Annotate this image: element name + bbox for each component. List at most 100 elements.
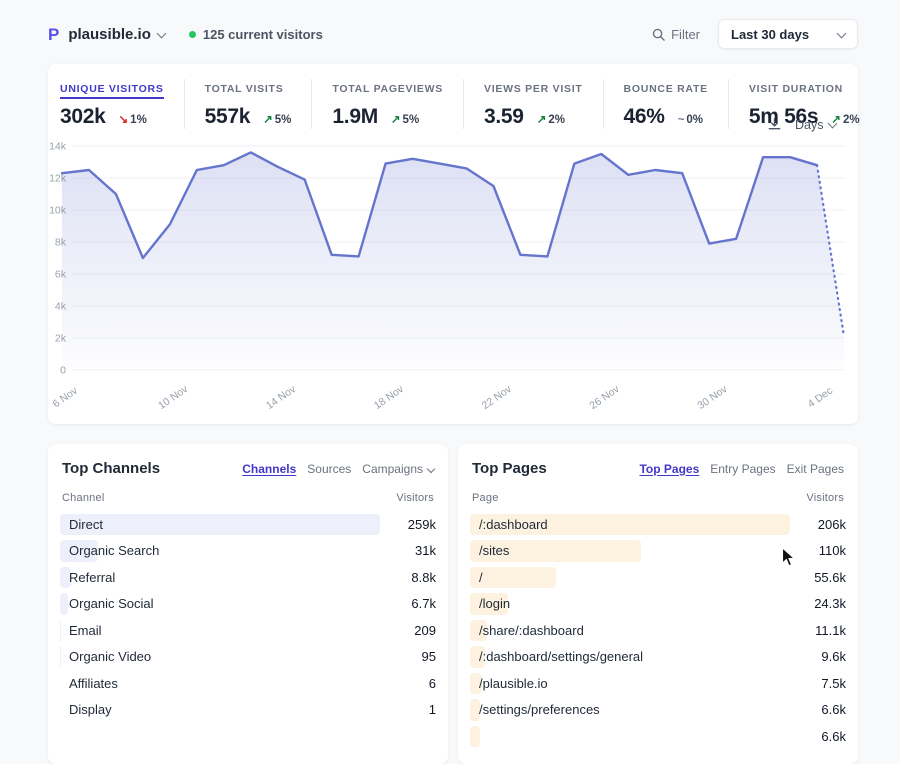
stat-unique-visitors[interactable]: UNIQUE VISITORS 302k ↘1% — [48, 79, 184, 129]
row-label[interactable]: /login — [479, 596, 510, 611]
row-label[interactable]: /plausible.io — [479, 676, 548, 691]
stat-delta: ↘1% — [119, 112, 147, 126]
interval-select[interactable]: Days — [795, 118, 836, 132]
chevron-down-icon[interactable] — [156, 28, 166, 38]
tab-entry-pages[interactable]: Entry Pages — [710, 462, 775, 476]
channels-tab-group: Channels Sources Campaigns — [242, 462, 434, 476]
breakdown-panels: Top Channels ChannelsSourcesCampaigns Ch… — [48, 444, 858, 764]
bar-track — [470, 567, 790, 589]
down-arrow-icon: ↘ — [119, 114, 129, 126]
up-arrow-icon: ↗ — [537, 114, 547, 126]
stat-total-visits[interactable]: TOTAL VISITS557k↗5% — [184, 79, 312, 129]
svg-text:6 Nov: 6 Nov — [51, 384, 81, 410]
row-value: 24.3k — [814, 596, 846, 611]
pages-tab-group: Top Pages Entry Pages Exit Pages — [639, 462, 844, 476]
row-label[interactable]: /:dashboard — [479, 517, 548, 532]
row-label[interactable]: /share/:dashboard — [479, 623, 584, 638]
bar-track — [470, 726, 790, 748]
row-label[interactable]: /sites — [479, 543, 509, 558]
page-row-share-dashboard[interactable]: /share/:dashboard11.1k — [470, 617, 846, 644]
channel-row-referral[interactable]: Referral 8.8k — [60, 564, 436, 591]
channel-row-email[interactable]: Email 209 — [60, 617, 436, 644]
row-value: 31k — [415, 543, 436, 558]
current-visitors-label: 125 current visitors — [203, 27, 323, 42]
page-row-settings-preferences[interactable]: /settings/preferences 6.6k — [470, 697, 846, 724]
live-indicator-dot — [189, 31, 196, 38]
download-icon[interactable] — [767, 117, 782, 132]
mouse-cursor — [781, 547, 796, 568]
filter-button[interactable]: Filter — [652, 27, 700, 42]
stat-bounce-rate[interactable]: BOUNCE RATE46%~0% — [603, 79, 728, 129]
tab-campaigns[interactable]: Campaigns — [362, 462, 434, 476]
row-label[interactable]: Email — [69, 623, 102, 638]
chart-area — [62, 152, 844, 370]
stat-label: VISIT DURATION — [749, 83, 843, 95]
stat-label: UNIQUE VISITORS — [60, 83, 164, 99]
visitors-bar — [60, 593, 68, 615]
current-visitors[interactable]: 125 current visitors — [189, 27, 323, 42]
row-label[interactable]: Display — [69, 702, 112, 717]
chart-toolbar: Days — [767, 117, 836, 132]
channel-row-organic-social[interactable]: Organic Social6.7k — [60, 591, 436, 618]
page-row-plausible-io[interactable]: /plausible.io7.5k — [470, 670, 846, 697]
bar-track — [470, 593, 790, 615]
channel-row-organic-search[interactable]: Organic Search 31k — [60, 538, 436, 565]
row-label[interactable]: Organic Video — [69, 649, 151, 664]
row-label[interactable]: / — [479, 570, 483, 585]
date-range-select[interactable]: Last 30 days — [718, 19, 858, 49]
column-header-value: Visitors — [806, 492, 844, 504]
column-headers: Channel Visitors — [60, 492, 436, 504]
date-range-value: Last 30 days — [731, 27, 809, 42]
channel-row-affiliates[interactable]: Affiliates 6 — [60, 670, 436, 697]
channel-row-display[interactable]: Display1 — [60, 697, 436, 724]
up-arrow-icon: ↗ — [391, 114, 401, 126]
stat-total-pageviews[interactable]: TOTAL PAGEVIEWS1.9M↗5% — [311, 79, 463, 129]
column-header-key: Channel — [62, 492, 105, 504]
stat-views-per-visit[interactable]: VIEWS PER VISIT3.59↗2% — [463, 79, 603, 129]
tab-sources[interactable]: Sources — [307, 462, 351, 476]
row-value: 209 — [414, 623, 436, 638]
row-label[interactable]: Affiliates — [69, 676, 118, 691]
row-label[interactable]: /:dashboard/settings/general — [479, 649, 643, 664]
x-axis-labels: 6 Nov10 Nov14 Nov18 Nov22 Nov26 Nov30 No… — [51, 383, 835, 412]
column-header-value: Visitors — [396, 492, 434, 504]
visitors-chart[interactable]: 02k4k6k8k10k12k14k6 Nov10 Nov14 Nov18 No… — [48, 136, 858, 420]
stat-value: 3.59 — [484, 105, 524, 129]
top-pages-panel: Top Pages Top Pages Entry Pages Exit Pages… — [458, 444, 858, 764]
row-label[interactable]: Organic Search — [69, 543, 159, 558]
row-label[interactable]: Referral — [69, 570, 115, 585]
row-value: 6 — [429, 676, 436, 691]
svg-text:10 Nov: 10 Nov — [156, 383, 191, 412]
panel-title: Top Pages — [472, 460, 547, 477]
row-label[interactable]: Organic Social — [69, 596, 154, 611]
page-row-dashboard[interactable]: /:dashboard 206k — [470, 511, 846, 538]
row-value: 8.8k — [411, 570, 436, 585]
row-value: 55.6k — [814, 570, 846, 585]
stats-row: UNIQUE VISITORS 302k ↘1% TOTAL VISITS557k↗5… — [48, 64, 858, 129]
row-value: 206k — [818, 517, 846, 532]
row-value: 6.6k — [821, 702, 846, 717]
visitors-bar — [60, 514, 380, 536]
row-value: 95 — [422, 649, 436, 664]
channel-row-direct[interactable]: Direct259k — [60, 511, 436, 538]
channel-row-organic-video[interactable]: Organic Video 95 — [60, 644, 436, 671]
page-row-dashboard-settings-general[interactable]: /:dashboard/settings/general9.6k — [470, 644, 846, 671]
page-row-login[interactable]: /login 24.3k — [470, 591, 846, 618]
stat-value: 302k — [60, 105, 106, 129]
tab-channels[interactable]: Channels — [242, 462, 296, 476]
tab-exit-pages[interactable]: Exit Pages — [787, 462, 844, 476]
svg-text:18 Nov: 18 Nov — [372, 383, 407, 412]
row-label[interactable]: Direct — [69, 517, 103, 532]
stat-label: VIEWS PER VISIT — [484, 83, 583, 95]
stat-value: 1.9M — [332, 105, 378, 129]
row-label[interactable]: /settings/preferences — [479, 702, 600, 717]
stat-label: TOTAL VISITS — [205, 83, 284, 95]
search-icon — [652, 28, 665, 41]
site-name[interactable]: plausible.io — [68, 26, 151, 43]
page-row[interactable]: 6.6k — [470, 723, 846, 750]
tab-top-pages[interactable]: Top Pages — [639, 462, 699, 476]
svg-text:14 Nov: 14 Nov — [264, 383, 299, 412]
column-headers: Page Visitors — [470, 492, 846, 504]
row-value: 6.6k — [821, 729, 846, 744]
top-channels-panel: Top Channels ChannelsSourcesCampaigns Ch… — [48, 444, 448, 764]
